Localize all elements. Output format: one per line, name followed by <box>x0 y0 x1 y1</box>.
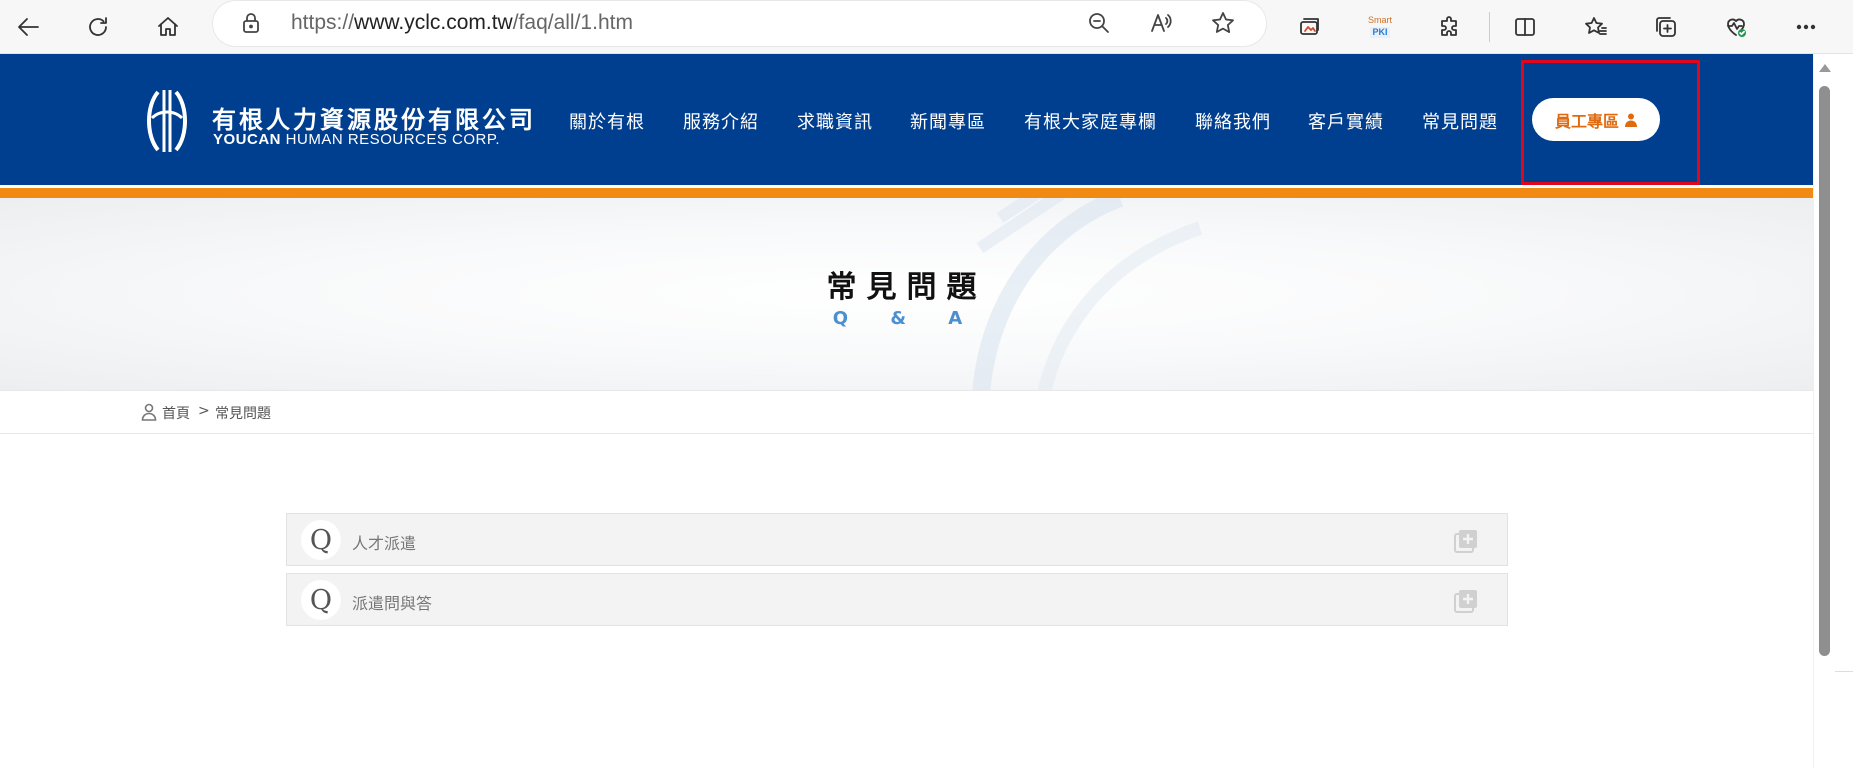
logo-english-name: YOUCAN HUMAN RESOURCES CORP. <box>213 131 501 148</box>
nav-faq[interactable]: 常見問題 <box>1422 108 1498 134</box>
home-icon[interactable] <box>148 7 188 47</box>
smart-pki-icon[interactable]: Smart PKI <box>1360 7 1400 47</box>
back-arrow-icon[interactable] <box>9 7 49 47</box>
faq-item-label: 派遣問與答 <box>352 594 433 613</box>
breadcrumb: 首頁 > 常見問題 <box>0 390 1813 434</box>
nav-about[interactable]: 關於有根 <box>569 108 645 134</box>
logo-emblem-icon <box>147 90 187 152</box>
annotation-highlight-box <box>1521 60 1700 185</box>
nav-family-column[interactable]: 有根大家庭專欄 <box>1024 108 1157 134</box>
breadcrumb-current: 常見問題 <box>215 406 271 422</box>
collections-icon[interactable] <box>1290 7 1330 47</box>
page-subtitle: Q & A <box>832 308 981 329</box>
breadcrumb-separator: > <box>198 403 210 419</box>
q-marker: Q <box>301 520 341 560</box>
page-scrollbar[interactable] <box>1813 54 1835 768</box>
favorites-bar-icon[interactable] <box>1576 7 1616 47</box>
toolbar-divider <box>1489 12 1490 42</box>
url-text[interactable]: https://www.yclc.com.tw/faq/all/1.htm <box>291 11 633 35</box>
browser-essentials-icon[interactable] <box>1716 7 1756 47</box>
expand-plus-icon[interactable] <box>1453 528 1479 554</box>
nav-clients[interactable]: 客戶實績 <box>1308 108 1384 134</box>
address-bar[interactable]: https://www.yclc.com.tw/faq/all/1.htm <box>213 1 1266 46</box>
browser-side-strip <box>1835 54 1853 768</box>
nav-news[interactable]: 新聞專區 <box>910 108 986 134</box>
favorite-star-icon[interactable] <box>1210 10 1238 38</box>
expand-plus-icon[interactable] <box>1453 588 1479 614</box>
faq-item-talent-dispatch[interactable]: Q 人才派遣 <box>286 513 1508 566</box>
header-accent-line <box>0 188 1813 198</box>
person-icon <box>141 403 157 421</box>
company-logo[interactable]: 有根人力資源股份有限公司 YOUCAN HUMAN RESOURCES CORP… <box>144 86 533 156</box>
zoom-out-icon[interactable] <box>1086 10 1114 38</box>
nav-contact[interactable]: 聯絡我們 <box>1195 108 1271 134</box>
logo-chinese-name: 有根人力資源股份有限公司 <box>212 106 536 134</box>
faq-item-label: 人才派遣 <box>352 534 417 553</box>
lock-icon[interactable] <box>240 12 262 38</box>
browser-toolbar: https://www.yclc.com.tw/faq/all/1.htm Sm… <box>0 0 1853 54</box>
page-banner: 常見問題 Q & A <box>0 198 1813 390</box>
refresh-icon[interactable] <box>78 7 118 47</box>
split-screen-icon[interactable] <box>1505 7 1545 47</box>
page-title: 常見問題 <box>826 270 987 305</box>
nav-services[interactable]: 服務介紹 <box>683 108 759 134</box>
more-menu-icon[interactable] <box>1786 7 1826 47</box>
faq-item-dispatch-qa[interactable]: Q 派遣問與答 <box>286 573 1508 626</box>
q-marker: Q <box>301 580 341 620</box>
extensions-icon[interactable] <box>1430 7 1470 47</box>
scroll-up-arrow-icon[interactable] <box>1819 64 1831 72</box>
pki-label-top: Smart <box>1367 15 1392 25</box>
nav-jobs[interactable]: 求職資訊 <box>797 108 873 134</box>
read-aloud-icon[interactable] <box>1148 10 1176 38</box>
add-tab-icon[interactable] <box>1646 7 1686 47</box>
scrollbar-thumb[interactable] <box>1819 86 1830 656</box>
pki-label-bottom: PKI <box>1370 27 1390 38</box>
breadcrumb-home[interactable]: 首頁 <box>162 403 190 423</box>
